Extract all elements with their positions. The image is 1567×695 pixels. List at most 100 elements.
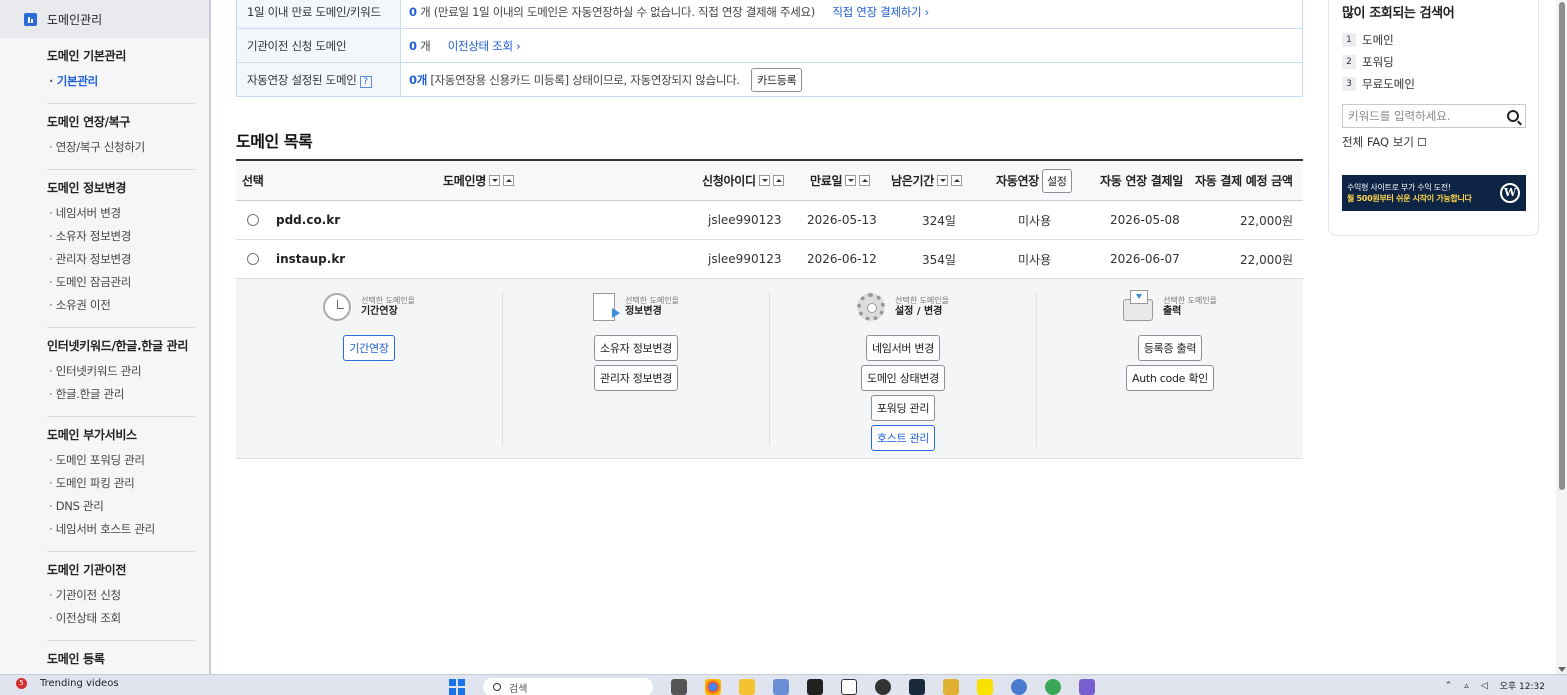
faq-link[interactable]: 전체 FAQ 보기 <box>1342 134 1525 150</box>
expiry-date-cell: 2026-06-12 <box>807 240 877 278</box>
card-register-button[interactable]: 카드등록 <box>751 67 803 92</box>
speaker-icon[interactable]: ◁ <box>1481 681 1488 691</box>
sidebar-group-title[interactable]: 도메인 등록 <box>47 650 195 667</box>
autorenew-label: 자동연장 설정된 도메인 <box>247 72 357 87</box>
action-button[interactable]: 소유자 정보변경 <box>594 335 678 361</box>
sidebar-header[interactable]: 도메인관리 <box>0 0 209 38</box>
sidebar-group-title[interactable]: 도메인 부가서비스 <box>47 426 195 443</box>
app-icon[interactable] <box>773 679 789 695</box>
sidebar-group-title[interactable]: 도메인 정보변경 <box>47 179 195 196</box>
chrome-icon[interactable] <box>705 679 721 695</box>
sidebar-group-title[interactable]: 도메인 기관이전 <box>47 561 195 578</box>
capcut-icon[interactable] <box>807 679 823 695</box>
sidebar-group-title[interactable]: 도메인 연장/복구 <box>47 113 195 130</box>
sidebar-item[interactable]: 기관이전 신청 <box>47 584 195 607</box>
info-value: 0개 [자동연장용 신용카드 미등록] 상태이므로, 자동연장되지 않습니다. … <box>400 62 1303 97</box>
row-radio[interactable] <box>247 253 259 265</box>
action-buttons: 등록증 출력 Auth code 확인 <box>1037 335 1303 395</box>
task-view-icon[interactable] <box>671 679 687 695</box>
sidebar-item[interactable]: 한글.한글 관리 <box>47 383 195 406</box>
scrollbar-thumb[interactable] <box>1559 2 1565 490</box>
help-icon[interactable]: ? <box>359 75 372 88</box>
news-widget[interactable]: 5 Trending videos <box>16 678 119 689</box>
app-icon[interactable] <box>943 679 959 695</box>
remaining-days: 324일 <box>922 213 956 228</box>
info-label: 기관이전 신청 도메인 <box>236 28 401 63</box>
sidebar-group: 도메인 연장/복구연장/복구 신청하기 <box>47 104 195 170</box>
header-label: 자동연장 <box>996 174 1039 188</box>
page-scrollbar[interactable] <box>1556 0 1567 674</box>
autorenew-setting-button[interactable]: 설정 <box>1041 168 1072 193</box>
action-button[interactable]: 기간연장 <box>343 335 395 361</box>
notion-icon[interactable] <box>841 679 857 695</box>
search-icon[interactable] <box>1507 110 1519 122</box>
sidebar-item[interactable]: 인터넷키워드 관리 <box>47 360 195 383</box>
sidebar-item[interactable]: 관리자 정보변경 <box>47 248 195 271</box>
direct-renew-link[interactable]: 직접 연장 결제하기 <box>832 5 929 19</box>
promo-banner[interactable]: 수익형 사이트로 부가 수익 도전! 월 500원부터 쉬운 시작이 가능합니다… <box>1342 175 1526 211</box>
row-radio[interactable] <box>247 214 259 226</box>
keyword-text: 무료도메인 <box>1362 76 1415 91</box>
sidebar-item[interactable]: 이전상태 조회 <box>47 607 195 630</box>
chrome-profile-icon[interactable] <box>1045 679 1061 695</box>
sidebar-item[interactable]: 도메인 포워딩 관리 <box>47 449 195 472</box>
action-buttons: 소유자 정보변경관리자 정보변경 <box>503 335 769 395</box>
scroll-down-arrow-icon[interactable] <box>1558 667 1566 672</box>
sidebar-item[interactable]: 기본관리 <box>47 70 195 93</box>
action-caption: 선택한 도메인을 <box>894 296 950 305</box>
sidebar-item[interactable]: 연장/복구 신청하기 <box>47 136 195 159</box>
sidebar-item[interactable]: 네임서버 변경 <box>47 202 195 225</box>
popular-keyword[interactable]: 3 무료도메인 <box>1342 73 1525 94</box>
action-button[interactable]: 포워딩 관리 <box>870 395 936 421</box>
action-button[interactable]: 도메인 상태변경 <box>861 365 945 391</box>
action-button[interactable]: 네임서버 변경 <box>865 335 941 361</box>
sidebar-item[interactable]: DNS 관리 <box>47 495 195 518</box>
sidebar-item[interactable]: 도메인 잠금관리 <box>47 271 195 294</box>
sort-desc-icon[interactable] <box>758 175 770 186</box>
action-group-header: 선택한 도메인을 기간연장 <box>236 291 502 323</box>
keyword-list: 1 도메인 2 포워딩 3 무료도메인 <box>1342 29 1525 94</box>
kakaotalk-icon[interactable] <box>977 679 993 695</box>
popular-keyword[interactable]: 1 도메인 <box>1342 29 1525 50</box>
app-icon[interactable] <box>1079 679 1095 695</box>
expiring-note: (만료일 1일 이내의 도메인은 자동연장하실 수 없습니다. 직접 연장 결제… <box>433 4 816 19</box>
sort-desc-icon[interactable] <box>488 175 500 186</box>
table-body: pdd.co.kr jslee990123 2026-05-13 324일 미사용 202… <box>236 201 1303 279</box>
sort-desc-icon[interactable] <box>845 175 857 186</box>
table-row[interactable]: instaup.kr jslee990123 2026-06-12 354일 미사용 20… <box>236 240 1303 279</box>
folder-icon[interactable] <box>739 679 755 695</box>
table-row[interactable]: pdd.co.kr jslee990123 2026-05-13 324일 미사용 202… <box>236 201 1303 240</box>
action-button[interactable]: 호스트 관리 <box>870 425 936 451</box>
sidebar-item[interactable]: 소유권 이전 <box>47 294 195 317</box>
chatgpt-icon[interactable] <box>875 679 891 695</box>
action-button[interactable]: 관리자 정보변경 <box>594 365 678 391</box>
sidebar-item[interactable]: 소유자 정보변경 <box>47 225 195 248</box>
count-unit: 개 <box>420 38 431 53</box>
sidebar-group-title[interactable]: 인터넷키워드/한글.한글 관리 <box>47 337 195 354</box>
windows-start-icon[interactable] <box>449 679 465 695</box>
popular-keyword[interactable]: 2 포워딩 <box>1342 51 1525 72</box>
sidebar-item[interactable]: 도메인 파킹 관리 <box>47 472 195 495</box>
action-button[interactable]: Auth code 확인 <box>1126 365 1214 391</box>
taskbar-clock[interactable]: 오후 12:32 <box>1500 679 1545 692</box>
auto-pay-date: 2026-06-07 <box>1110 252 1180 266</box>
sort-asc-icon[interactable] <box>502 175 514 186</box>
sort-asc-icon[interactable] <box>859 175 871 186</box>
action-button[interactable]: 등록증 출력 <box>1137 335 1203 361</box>
network-icon[interactable]: ▵ <box>1464 681 1469 691</box>
tray-chevron-icon[interactable]: ⌃ <box>1445 681 1453 691</box>
transfer-status-link[interactable]: 이전상태 조회 <box>448 39 521 53</box>
keyword-search-input[interactable] <box>1343 105 1507 127</box>
sidebar-group-title[interactable]: 도메인 기본관리 <box>47 47 195 64</box>
sort-asc-icon[interactable] <box>772 175 784 186</box>
auto-pay-date-cell: 2026-05-08 <box>1110 201 1180 239</box>
taskbar-search[interactable]: 검색 <box>483 678 653 695</box>
sort-desc-icon[interactable] <box>936 175 948 186</box>
sidebar-item[interactable]: 네임서버 호스트 관리 <box>47 518 195 541</box>
app-icon[interactable] <box>909 679 925 695</box>
sort-asc-icon[interactable] <box>950 175 962 186</box>
row-select-cell <box>247 240 259 278</box>
remaining-days: 354일 <box>922 252 956 267</box>
settings-icon[interactable] <box>1011 679 1027 695</box>
auto-pay-amount-cell: 22,000원 <box>1240 201 1293 239</box>
